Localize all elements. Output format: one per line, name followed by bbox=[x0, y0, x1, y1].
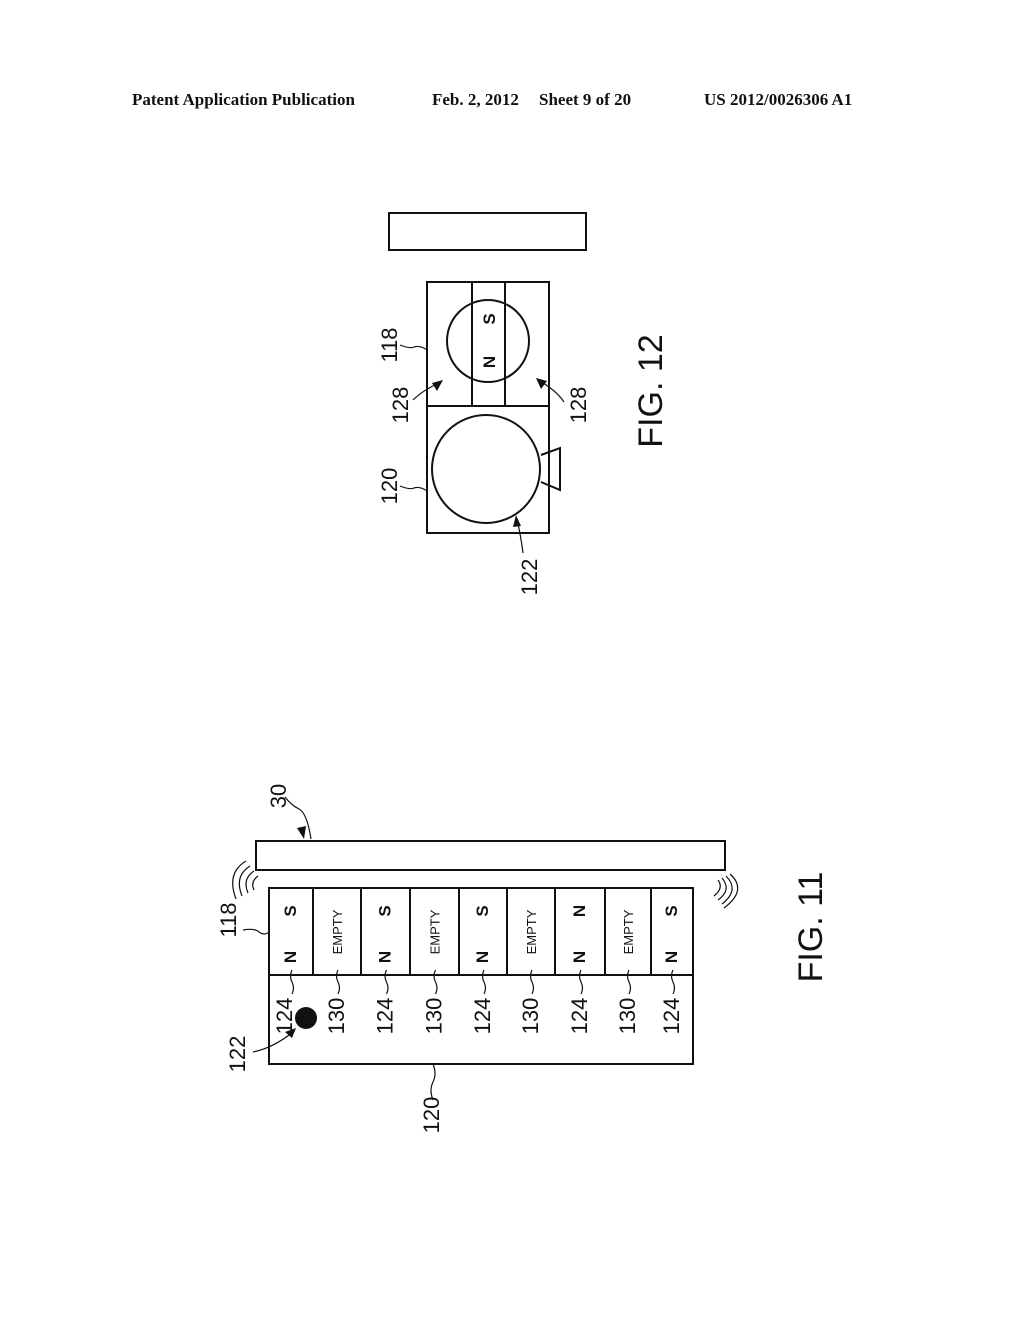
fig12-ball bbox=[431, 414, 541, 524]
fig11-ref-30: 30 bbox=[266, 784, 291, 808]
fig11-cell-empty-label: EMPTY bbox=[428, 909, 443, 954]
fig11-cell-ref: 124 bbox=[470, 998, 495, 1035]
fig12-pole-s: S bbox=[480, 313, 499, 324]
fig11-field-lines-right bbox=[713, 873, 739, 909]
fig12-magnet-disc bbox=[446, 299, 530, 383]
drawing-sheet: 118 120 128 128 122 N S FIG. 12 30 118 1… bbox=[216, 212, 830, 1134]
fig12-arrowhead-128-right bbox=[536, 378, 547, 389]
fig11-cell-ref: 124 bbox=[272, 998, 297, 1035]
fig11-cell-pole-bottom: N bbox=[570, 951, 589, 963]
fig11-cell-ref: 124 bbox=[567, 998, 592, 1035]
fig11-cell-pole-top: N bbox=[570, 905, 589, 917]
fig11-cell-leader bbox=[670, 969, 676, 995]
fig11-cell-leader bbox=[335, 969, 341, 995]
fig11-cell-ref: 130 bbox=[518, 998, 543, 1035]
fig11-arrowhead-30 bbox=[297, 826, 306, 839]
fig11-cell-pole-top: S bbox=[376, 905, 395, 916]
fig11-cell-leader bbox=[433, 969, 438, 995]
fig11-leader-118 bbox=[242, 928, 270, 935]
fig11-cell-pole-bottom: N bbox=[662, 951, 681, 963]
fig12-caption: FIG. 12 bbox=[632, 334, 670, 447]
fig11-cell-leader bbox=[384, 969, 389, 995]
fig11-cell-leader bbox=[289, 969, 295, 995]
fig12-pole-n: N bbox=[480, 356, 499, 368]
fig12 bbox=[388, 212, 587, 554]
fig11-leader-120 bbox=[430, 1063, 436, 1101]
fig12-leader-120 bbox=[399, 485, 428, 492]
fig11-ball bbox=[295, 1007, 317, 1029]
fig12-arrowhead-122 bbox=[513, 515, 521, 527]
fig11-cell-ref: 130 bbox=[615, 998, 640, 1035]
fig11-ref-118: 118 bbox=[216, 902, 241, 937]
fig12-ref-118: 118 bbox=[377, 327, 402, 362]
fig11-cell-leader bbox=[578, 969, 584, 995]
fig11-cell-pole-bottom: N bbox=[473, 951, 492, 963]
fig11-cell-pole-top: S bbox=[281, 905, 300, 916]
fig11-caption: FIG. 11 bbox=[792, 872, 830, 983]
fig12-leader-118 bbox=[399, 344, 428, 351]
fig12-ref-122: 122 bbox=[517, 559, 542, 596]
fig12-ref-128-left: 128 bbox=[388, 387, 413, 424]
fig11-cell-leader bbox=[481, 969, 487, 995]
fig11-cell-ref: 124 bbox=[373, 998, 398, 1035]
fig11-cell-ref: 130 bbox=[324, 998, 349, 1035]
fig11-cell-empty-label: EMPTY bbox=[621, 909, 636, 954]
fig11-cell-ref: 124 bbox=[659, 998, 684, 1035]
fig12-ref-120: 120 bbox=[377, 468, 402, 505]
fig11-cell-pole-bottom: N bbox=[281, 951, 300, 963]
fig11-plate bbox=[255, 840, 726, 871]
fig12-ball-protrusion bbox=[540, 446, 561, 492]
fig12-ref-128-right: 128 bbox=[566, 387, 591, 424]
fig11-ref-120: 120 bbox=[419, 1097, 444, 1134]
fig11-cell-empty-label: EMPTY bbox=[524, 909, 539, 954]
fig11-cell-pole-top: S bbox=[662, 905, 681, 916]
fig11-field-lines-left bbox=[232, 860, 259, 900]
fig11-cell-ref: 130 bbox=[422, 998, 447, 1035]
fig12-plate bbox=[388, 212, 587, 251]
fig11 bbox=[232, 796, 739, 1101]
fig11-cell-pole-bottom: N bbox=[376, 951, 395, 963]
fig11-ref-122: 122 bbox=[225, 1036, 250, 1073]
fig11-cell-leader bbox=[626, 969, 632, 995]
fig12-arrowhead-128-left bbox=[432, 380, 443, 391]
fig11-cell-empty-label: EMPTY bbox=[330, 909, 345, 954]
fig11-cell-pole-top: S bbox=[473, 905, 492, 916]
fig11-cell-leader bbox=[529, 969, 535, 995]
